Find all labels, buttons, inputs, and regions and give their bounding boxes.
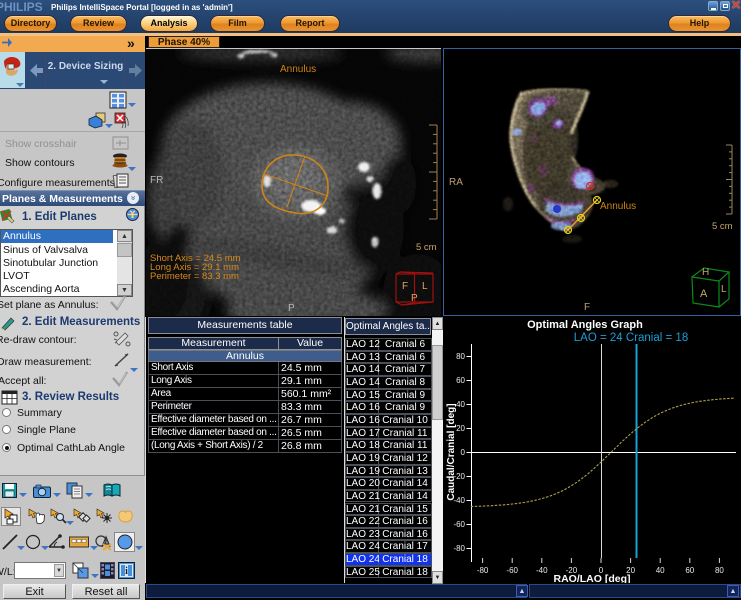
svg-text:60: 60	[685, 566, 694, 575]
svg-text:P: P	[288, 303, 295, 314]
svg-text:80: 80	[456, 352, 465, 361]
svg-text:-40: -40	[536, 566, 548, 575]
svg-text:FR: FR	[150, 175, 163, 186]
svg-text:60: 60	[456, 376, 465, 385]
svg-text:F: F	[584, 302, 590, 313]
svg-text:-60: -60	[453, 520, 465, 529]
svg-text:H: H	[702, 267, 709, 278]
svg-text:-60: -60	[506, 566, 518, 575]
svg-text:RAO/LAO [deg]: RAO/LAO [deg]	[554, 573, 631, 583]
svg-text:Annulus: Annulus	[280, 64, 316, 75]
svg-text:-80: -80	[477, 566, 489, 575]
svg-text:-80: -80	[453, 544, 465, 553]
svg-text:80: 80	[715, 566, 724, 575]
svg-text:L: L	[721, 284, 727, 295]
svg-text:5 cm: 5 cm	[416, 242, 437, 253]
svg-text:F: F	[402, 281, 408, 292]
svg-text:P: P	[411, 293, 418, 304]
svg-text:Annulus: Annulus	[600, 201, 636, 212]
svg-text:L: L	[422, 281, 428, 292]
svg-text:i: i	[125, 566, 128, 577]
svg-text:20: 20	[456, 424, 465, 433]
svg-text:0: 0	[461, 448, 466, 457]
svg-text:40: 40	[456, 400, 465, 409]
svg-text:40: 40	[656, 566, 665, 575]
svg-text:RA: RA	[449, 177, 463, 188]
svg-text:5 cm: 5 cm	[712, 221, 733, 232]
svg-text:Caudal/Cranial [deg]: Caudal/Cranial [deg]	[446, 403, 457, 500]
svg-text:Optimal Angles Graph: Optimal Angles Graph	[527, 319, 643, 331]
svg-text:A: A	[700, 288, 708, 300]
svg-text:LAO = 24 Cranial = 18: LAO = 24 Cranial = 18	[574, 332, 688, 344]
svg-text:Perimeter = 83.3 mm: Perimeter = 83.3 mm	[150, 271, 239, 282]
